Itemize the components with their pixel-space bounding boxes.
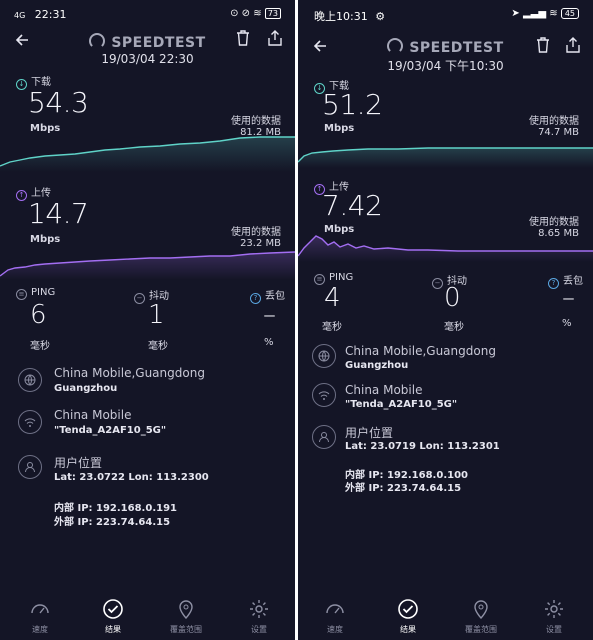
battery-level: 73 bbox=[267, 9, 278, 18]
speedometer-icon bbox=[31, 604, 49, 614]
ping-unit: 毫秒 bbox=[322, 322, 342, 333]
map-pin-icon bbox=[474, 600, 488, 620]
status-indicators: ➤ ▂▃▅ ≋ 45 bbox=[511, 8, 579, 19]
download-data-used: 使用的数据 74.7 MB bbox=[529, 116, 579, 138]
upload-graph bbox=[0, 251, 295, 280]
help-icon[interactable]: ? bbox=[548, 278, 559, 289]
packet-loss-value: – bbox=[562, 283, 575, 313]
jitter-icon: − bbox=[432, 278, 443, 289]
globe-icon bbox=[312, 344, 336, 368]
speedometer-icon bbox=[387, 38, 404, 54]
battery-level: 45 bbox=[564, 9, 575, 18]
user-location-title: 用户位置 bbox=[54, 456, 103, 470]
server-provider: China Mobile,Guangdong bbox=[54, 366, 205, 380]
trash-icon[interactable] bbox=[236, 30, 250, 50]
wifi-network-icon bbox=[312, 383, 336, 407]
wifi-ssid: "Tenda_A2AF10_5G" bbox=[54, 425, 167, 436]
packet-loss-unit: % bbox=[562, 318, 572, 329]
download-graph bbox=[0, 136, 295, 172]
gear-icon bbox=[545, 600, 563, 618]
status-bar: 4G 22:31 ⊙ ⊘ ≋ 73 bbox=[0, 0, 295, 28]
wifi-ssid: "Tenda_A2AF10_5G" bbox=[345, 399, 458, 410]
jitter-icon: − bbox=[134, 293, 145, 304]
map-pin-icon bbox=[179, 600, 193, 620]
mute-icon: ⊘ bbox=[241, 8, 251, 19]
test-date: 19/03/04 下午10:30 bbox=[387, 59, 504, 73]
battery-icon: 45 bbox=[560, 8, 579, 19]
download-speed-value: 54.3 bbox=[28, 86, 89, 119]
ping-value: 6 bbox=[30, 300, 47, 330]
user-coordinates: Lat: 23.0719 Lon: 113.2301 bbox=[345, 441, 500, 452]
trash-icon[interactable] bbox=[536, 37, 550, 57]
wifi-icon: ≋ bbox=[253, 8, 262, 19]
app-logo: SPEEDTEST bbox=[0, 33, 295, 51]
check-circle-icon bbox=[103, 599, 123, 619]
app-title: SPEEDTEST bbox=[111, 35, 206, 51]
share-icon[interactable] bbox=[566, 37, 580, 57]
test-date: 19/03/04 22:30 bbox=[101, 52, 194, 66]
speedometer-icon bbox=[89, 33, 106, 49]
user-icon bbox=[312, 425, 336, 449]
bottom-nav: 速度 结果 覆盖范围 设置 bbox=[0, 590, 295, 640]
upload-graph bbox=[298, 235, 593, 262]
alarm-icon: ⚙ bbox=[375, 10, 386, 23]
help-icon[interactable]: ? bbox=[250, 293, 261, 304]
ping-unit: 毫秒 bbox=[30, 341, 50, 352]
upload-speed-value: 7.42 bbox=[322, 189, 383, 222]
user-icon bbox=[18, 455, 42, 479]
status-time: 晚上10:31 bbox=[314, 10, 368, 23]
internal-ip: 内部 IP: 192.168.0.191 bbox=[54, 503, 177, 514]
status-bar: 晚上10:31 ⚙ ➤ ▂▃▅ ≋ 45 bbox=[298, 0, 593, 28]
status-time: 22:31 bbox=[34, 8, 67, 21]
speedometer-icon bbox=[326, 604, 344, 614]
jitter-unit: 毫秒 bbox=[444, 322, 464, 333]
signal-icon: ▂▃▅ bbox=[522, 8, 547, 19]
location-icon: ⊙ bbox=[230, 8, 239, 19]
server-city: Guangzhou bbox=[54, 383, 118, 394]
wifi-icon: ≋ bbox=[549, 8, 558, 19]
jitter-unit: 毫秒 bbox=[148, 341, 168, 352]
packet-loss-value: – bbox=[263, 300, 276, 330]
network-carrier: China Mobile bbox=[345, 383, 423, 397]
user-coordinates: Lat: 23.0722 Lon: 113.2300 bbox=[54, 472, 209, 483]
check-circle-icon bbox=[398, 599, 418, 619]
network-type-label: 4G bbox=[14, 11, 26, 20]
status-indicators: ⊙ ⊘ ≋ 73 bbox=[230, 8, 281, 19]
packet-loss-unit: % bbox=[264, 337, 274, 348]
gear-icon bbox=[250, 600, 268, 618]
download-speed-value: 51.2 bbox=[322, 88, 383, 121]
server-provider: China Mobile,Guangdong bbox=[345, 344, 496, 358]
bottom-nav: 速度 结果 覆盖范围 设置 bbox=[298, 590, 593, 640]
download-graph bbox=[298, 147, 593, 168]
ping-label: ≡ PING bbox=[16, 287, 55, 300]
globe-icon bbox=[18, 368, 42, 392]
battery-icon: 73 bbox=[264, 8, 281, 19]
right-result-screen: 晚上10:31 ⚙ ➤ ▂▃▅ ≋ 45 SPEEDTEST 19/03/04 … bbox=[298, 0, 593, 640]
app-title: SPEEDTEST bbox=[409, 40, 504, 56]
download-unit: Mbps bbox=[324, 123, 355, 134]
external-ip: 外部 IP: 223.74.64.15 bbox=[345, 483, 462, 494]
server-city: Guangzhou bbox=[345, 360, 409, 371]
left-result-screen: 4G 22:31 ⊙ ⊘ ≋ 73 SPEEDTEST 19/03/04 22:… bbox=[0, 0, 295, 640]
external-ip: 外部 IP: 223.74.64.15 bbox=[54, 517, 171, 528]
ping-icon: ≡ bbox=[16, 289, 27, 300]
download-arrow-icon: ↓ bbox=[16, 79, 27, 90]
network-carrier: China Mobile bbox=[54, 408, 132, 422]
upload-arrow-icon: ↑ bbox=[16, 190, 27, 201]
jitter-value: 0 bbox=[444, 283, 461, 313]
location-arrow-icon: ➤ bbox=[511, 8, 520, 19]
ping-value: 4 bbox=[324, 283, 341, 313]
wifi-network-icon bbox=[18, 410, 42, 434]
user-location-title: 用户位置 bbox=[345, 426, 394, 440]
share-icon[interactable] bbox=[268, 30, 282, 50]
upload-speed-value: 14.7 bbox=[28, 197, 89, 230]
jitter-value: 1 bbox=[148, 300, 165, 330]
